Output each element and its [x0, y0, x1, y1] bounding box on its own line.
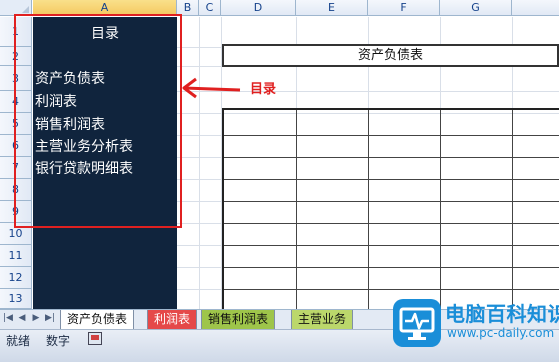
sheet-tab-main-business[interactable]: 主营业务	[291, 310, 354, 330]
last-sheet-icon[interactable]: ▶|	[45, 313, 55, 323]
table-row-divider	[224, 201, 559, 202]
watermark-url: www.pc-daily.com	[447, 326, 555, 340]
status-ready: 就绪	[6, 334, 31, 348]
balance-sheet-title[interactable]: 资产负债表	[222, 44, 559, 67]
column-header-h[interactable]	[512, 0, 559, 16]
table-row-divider	[224, 157, 559, 158]
sheet-tab-balance[interactable]: 资产负债表	[60, 310, 135, 330]
next-sheet-icon[interactable]: ▶	[31, 313, 41, 323]
watermark-name: 电脑百科知识	[445, 302, 559, 326]
table-column-divider	[296, 110, 297, 309]
annotation-label: 目录	[250, 82, 277, 97]
column-header-f[interactable]: F	[368, 0, 440, 16]
table-row-divider	[224, 135, 559, 136]
row-header-11[interactable]: 11	[0, 245, 32, 267]
watermark: 电脑百科知识 www.pc-daily.com	[393, 293, 559, 362]
monitor-logo-icon	[393, 299, 441, 347]
table-row-divider	[224, 289, 559, 290]
highlight-box	[14, 14, 182, 228]
balance-sheet-table[interactable]	[222, 108, 559, 309]
row-header-12[interactable]: 12	[0, 267, 32, 289]
first-sheet-icon[interactable]: |◀	[3, 313, 13, 323]
gridline	[199, 17, 200, 309]
row-header-13[interactable]: 13	[0, 289, 32, 309]
left-arrow-icon	[182, 77, 241, 99]
table-row-divider	[224, 245, 559, 246]
table-column-divider	[368, 110, 369, 309]
table-row-divider	[224, 267, 559, 268]
sheet-tab-sales[interactable]: 销售利润表	[201, 310, 276, 330]
sheet-tab-income[interactable]: 利润表	[147, 310, 198, 330]
table-column-divider	[440, 110, 441, 309]
prev-sheet-icon[interactable]: ◀	[17, 313, 27, 323]
column-header-e[interactable]: E	[296, 0, 368, 16]
spreadsheet-grid[interactable]: A B C D E F G 1 2 3 4 5 6 7 8 9 10 11 12…	[0, 0, 559, 309]
table-row-divider	[224, 223, 559, 224]
table-row-divider	[224, 179, 559, 180]
status-num: 数字	[46, 334, 71, 348]
macro-record-icon[interactable]	[88, 332, 102, 345]
column-header-g[interactable]: G	[440, 0, 512, 16]
column-header-d[interactable]: D	[221, 0, 296, 16]
table-column-divider	[512, 110, 513, 309]
column-header-c[interactable]: C	[199, 0, 221, 16]
